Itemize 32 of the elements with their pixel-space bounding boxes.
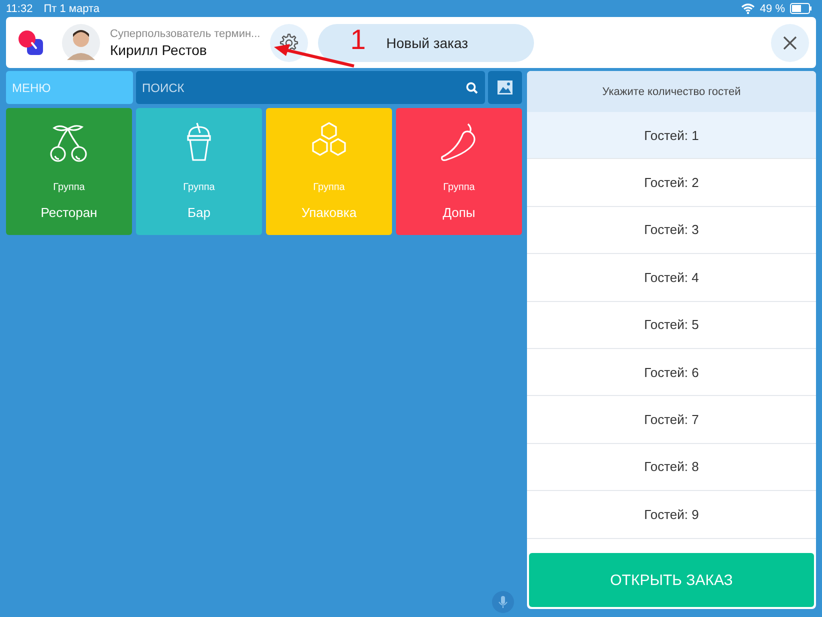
group-name: Ресторан [40,205,98,220]
group-caption: Группа [313,182,345,193]
panel-title: Укажите количество гостей [527,71,816,112]
annotation-number: 1 [350,26,366,54]
user-role: Суперпользователь термин... [110,28,260,40]
group-caption: Группа [443,182,475,193]
group-caption: Группа [183,182,215,193]
image-icon [497,80,513,95]
status-date: Пт 1 марта [44,2,100,14]
group-name: Упаковка [301,205,357,220]
group-tile[interactable]: Группа Допы [396,108,522,235]
wifi-icon [740,3,755,14]
logo-icon [18,30,44,56]
search-icon [466,82,478,94]
group-name: Бар [188,205,210,220]
status-time: 11:32 [6,2,33,14]
microphone-icon [492,591,514,613]
search-field[interactable]: ПОИСК [136,71,485,104]
avatar [62,24,100,62]
group-name: Допы [442,205,476,220]
close-button[interactable] [771,24,809,62]
menu-field[interactable]: МЕНЮ [6,71,133,104]
image-button[interactable] [488,71,522,104]
settings-button[interactable] [270,24,308,62]
battery-percent: 49 % [760,2,785,14]
battery-icon [790,3,812,14]
guest-count-option[interactable]: Гостей: 1 [527,112,816,160]
cherry-icon [48,122,90,164]
group-caption: Группа [53,182,85,193]
group-tile[interactable]: Группа Ресторан [6,108,132,235]
user-name: Кирилл Рестов [110,42,208,58]
close-icon [783,36,797,50]
